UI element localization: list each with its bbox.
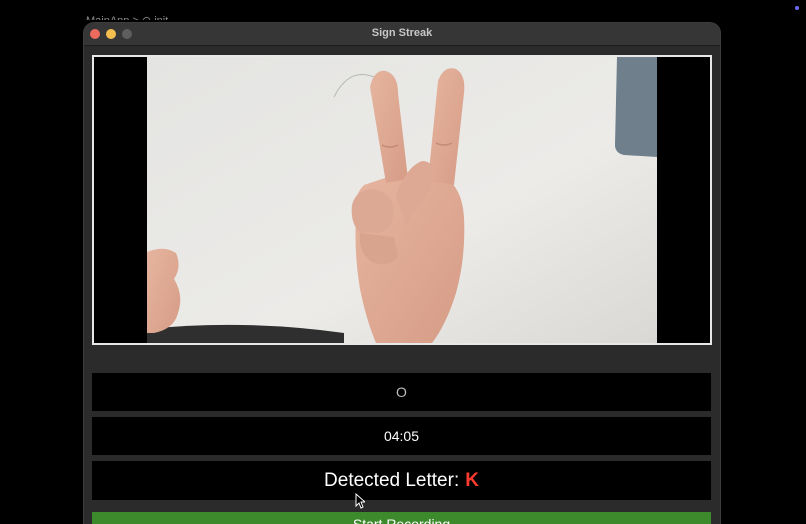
timer-panel: 04:05: [92, 417, 711, 455]
camera-feed: [92, 55, 712, 345]
background-indicator-dot: [795, 6, 799, 10]
mouse-cursor-icon: [355, 493, 365, 509]
window-title: Sign Streak: [371, 27, 433, 39]
camera-feed-image: [94, 57, 710, 343]
window-content: O 04:05 Detected Letter: K Start Recordi…: [84, 46, 720, 524]
detected-letter-value: K: [465, 469, 479, 491]
start-recording-button[interactable]: Start Recording: [92, 512, 711, 524]
title-bar[interactable]: Sign Streak: [84, 23, 720, 46]
app-window: Sign Streak O 04:05 Detected Letter: K S…: [84, 23, 720, 524]
background-editor-text: MainApp > ⊙ init: [86, 10, 168, 20]
target-letter-panel: O: [92, 373, 711, 411]
desktop: MainApp > ⊙ init Sign Streak: [0, 0, 806, 524]
detected-letter-panel: Detected Letter: K: [92, 461, 711, 500]
detected-letter-label: Detected Letter:: [324, 469, 460, 491]
